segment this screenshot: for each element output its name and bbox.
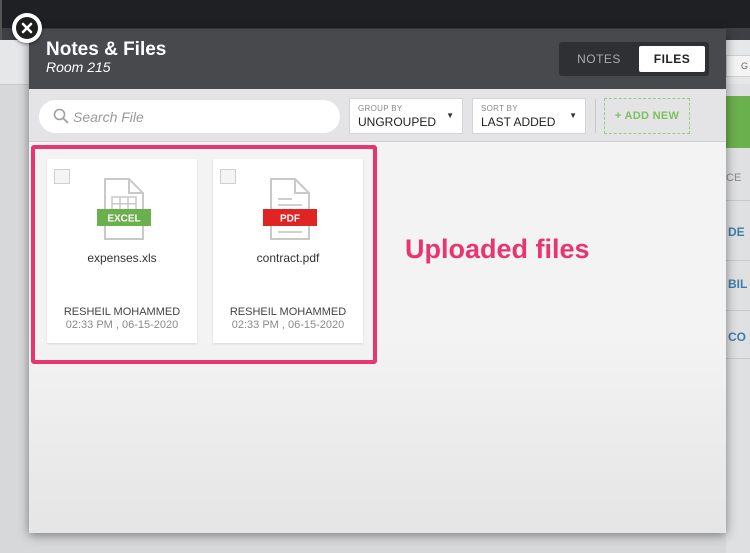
file-card[interactable]: PDF contract.pdf RESHEIL MOHAMMED 02:33 … <box>213 159 363 343</box>
app-top-bar <box>0 0 750 28</box>
tab-notes[interactable]: NOTES <box>563 46 635 72</box>
background-divider <box>726 310 750 311</box>
search-input[interactable] <box>73 100 323 133</box>
file-date: 02:33 PM , 06-15-2020 <box>65 319 179 331</box>
background-divider <box>726 358 750 359</box>
toolbar-divider <box>595 99 596 133</box>
background-side-label[interactable]: DE <box>728 225 745 239</box>
app-background-column <box>726 84 750 553</box>
background-column-hint: CE <box>726 172 742 184</box>
sort-by-value: LAST ADDED <box>481 115 556 129</box>
group-by-value: UNGROUPED <box>358 115 437 129</box>
modal-title: Notes & Files <box>46 39 167 60</box>
file-select-checkbox[interactable] <box>54 169 70 184</box>
files-toolbar: GROUP BY UNGROUPED ▼ SORT BY LAST ADDED … <box>29 89 726 142</box>
background-side-label[interactable]: CO <box>728 330 746 344</box>
annotation-label: Uploaded files <box>405 234 590 264</box>
file-owner: RESHEIL MOHAMMED <box>63 306 181 318</box>
file-date: 02:33 PM , 06-15-2020 <box>231 319 345 331</box>
file-select-checkbox[interactable] <box>220 169 236 184</box>
caret-down-icon: ▼ <box>569 111 577 120</box>
files-grid: EXCEL expenses.xls RESHEIL MOHAMMED 02:3… <box>29 142 726 533</box>
file-name: contract.pdf <box>256 251 320 265</box>
modal-header: Notes & Files Room 215 NOTES FILES <box>29 29 726 89</box>
close-icon <box>16 17 38 39</box>
background-button[interactable]: G <box>726 55 750 77</box>
file-type-badge: PDF <box>280 214 300 225</box>
search-icon <box>53 108 69 129</box>
tab-files[interactable]: FILES <box>639 46 705 72</box>
close-button[interactable] <box>12 13 42 43</box>
background-green-button[interactable] <box>726 96 750 148</box>
caret-down-icon: ▼ <box>446 111 454 120</box>
sort-by-label: SORT BY <box>481 104 518 113</box>
modal-subtitle: Room 215 <box>46 59 111 75</box>
file-card[interactable]: EXCEL expenses.xls RESHEIL MOHAMMED 02:3… <box>47 159 197 343</box>
app-left-edge <box>0 0 2 40</box>
background-side-label[interactable]: BIL <box>728 277 747 291</box>
notes-files-modal: Notes & Files Room 215 NOTES FILES GROUP… <box>29 29 726 533</box>
excel-file-icon: EXCEL <box>91 177 151 248</box>
group-by-label: GROUP BY <box>358 104 403 113</box>
add-new-button[interactable]: + ADD NEW <box>604 98 690 134</box>
file-type-badge: EXCEL <box>107 214 140 225</box>
search-box[interactable] <box>39 100 340 133</box>
background-divider <box>726 260 750 261</box>
group-by-dropdown[interactable]: GROUP BY UNGROUPED ▼ <box>349 98 463 134</box>
sort-by-dropdown[interactable]: SORT BY LAST ADDED ▼ <box>472 98 586 134</box>
background-divider <box>726 200 750 201</box>
file-owner: RESHEIL MOHAMMED <box>229 306 347 318</box>
tab-group: NOTES FILES <box>559 42 709 76</box>
pdf-file-icon: PDF <box>257 177 317 248</box>
file-name: expenses.xls <box>87 251 157 265</box>
